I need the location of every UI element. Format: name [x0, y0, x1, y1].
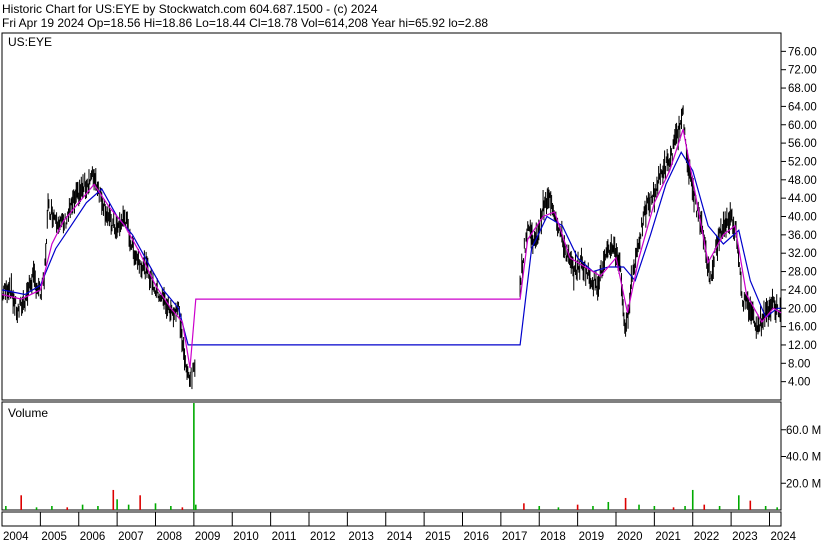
year-axis-label: 2008: [156, 531, 182, 543]
year-axis-label: 2019: [579, 531, 605, 543]
price-axis-tick-label: 76.00: [788, 46, 817, 58]
price-axis-tick-label: 4.00: [788, 377, 810, 389]
year-axis-label: 2007: [118, 531, 144, 543]
volume-axis: 20.0 M 40.0 M 60.0 M: [781, 425, 821, 490]
price-axis-tick-label: 20.00: [788, 303, 817, 315]
price-axis-tick-label: 64.00: [788, 101, 817, 113]
volume-axis-tick-label: 20.0 M: [786, 478, 821, 490]
price-axis-tick-label: 60.00: [788, 120, 817, 132]
price-axis-tick-label: 72.00: [788, 65, 817, 77]
price-axis-tick-label: 68.00: [788, 83, 817, 95]
price-axis-tick-label: 12.00: [788, 340, 817, 352]
year-axis-label: 2006: [80, 531, 106, 543]
year-axis-label: 2020: [617, 531, 643, 543]
price-axis-tick-label: 16.00: [788, 322, 817, 334]
volume-axis-tick-label: 40.0 M: [786, 452, 821, 464]
year-axis-label: 2021: [655, 531, 681, 543]
year-axis-label: 2004: [3, 531, 29, 543]
price-axis-tick-label: 8.00: [788, 358, 810, 370]
price-axis-tick-label: 24.00: [788, 285, 817, 297]
year-axis-label: 2011: [272, 531, 297, 543]
year-axis-label: 2013: [348, 531, 374, 543]
price-axis-tick-label: 56.00: [788, 138, 817, 150]
year-axis-label: 2012: [310, 531, 336, 543]
chart-header-line2: Fri Apr 19 2024 Op=18.56 Hi=18.86 Lo=18.…: [2, 16, 488, 30]
price-axis-tick-label: 48.00: [788, 175, 817, 187]
year-axis-label: 2010: [233, 531, 259, 543]
chart-header-line1: Historic Chart for US:EYE by Stockwatch.…: [2, 2, 378, 16]
year-axis-label: 2016: [463, 531, 489, 543]
year-axis-label: 2018: [540, 531, 566, 543]
price-axis-tick-label: 44.00: [788, 193, 817, 205]
price-axis-tick-label: 40.00: [788, 212, 817, 224]
chart-background: [0, 0, 830, 543]
price-axis-tick-label: 28.00: [788, 267, 817, 279]
year-axis-label: 2014: [387, 531, 413, 543]
volume-axis-tick-label: 60.0 M: [786, 425, 821, 437]
year-axis-label: 2023: [732, 531, 758, 543]
year-axis-label: 2017: [502, 531, 528, 543]
price-axis-tick-label: 52.00: [788, 156, 817, 168]
stock-chart: Historic Chart for US:EYE by Stockwatch.…: [0, 0, 830, 543]
year-axis-label: 2024: [770, 531, 796, 543]
price-panel-label: US:EYE: [8, 35, 52, 49]
price-axis-tick-label: 32.00: [788, 248, 817, 260]
year-axis-label: 2015: [425, 531, 451, 543]
volume-panel-label: Volume: [8, 406, 48, 420]
year-axis-label: 2009: [195, 531, 221, 543]
price-axis-tick-label: 36.00: [788, 230, 817, 242]
year-axis-label: 2005: [41, 531, 67, 543]
year-axis-label: 2022: [694, 531, 720, 543]
